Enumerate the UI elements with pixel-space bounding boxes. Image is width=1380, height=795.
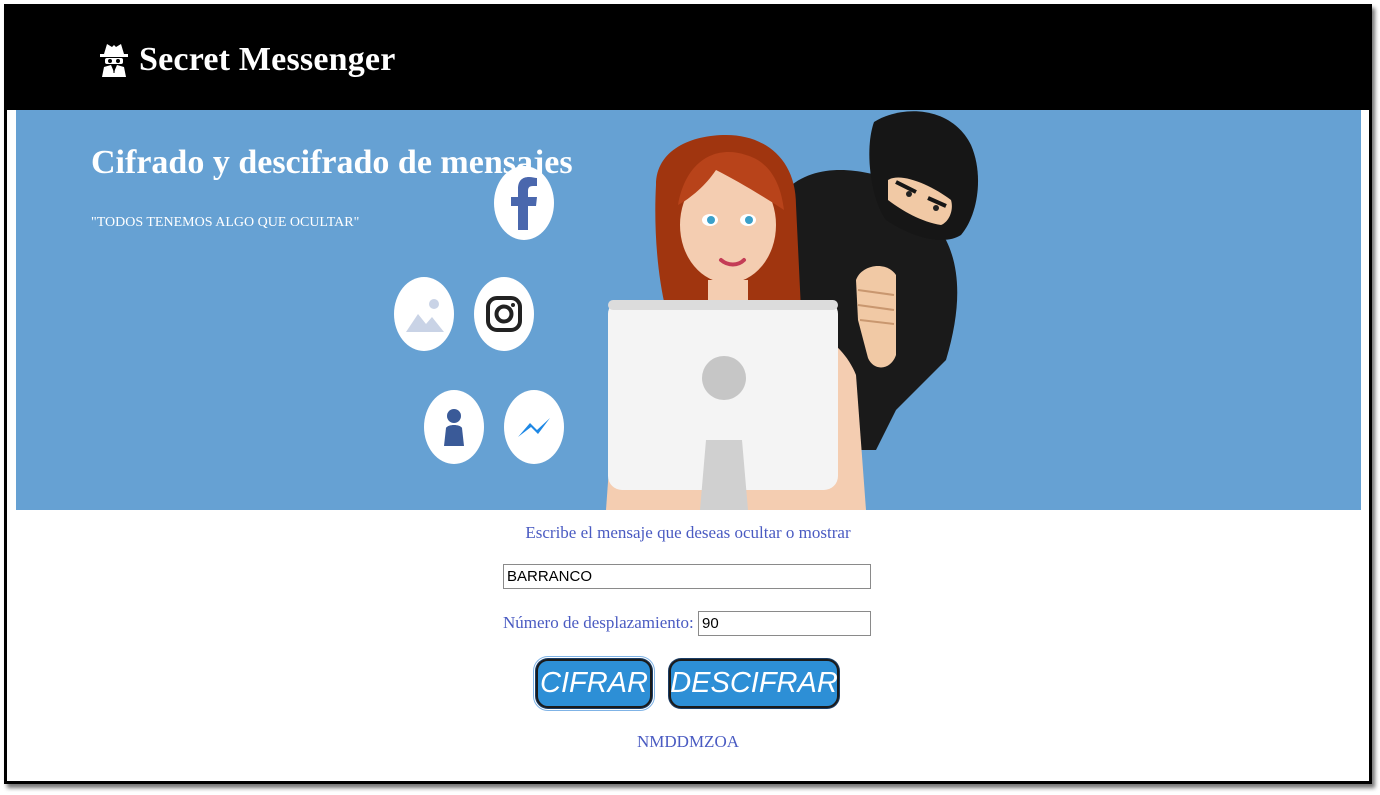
hero-illustration bbox=[394, 111, 979, 510]
brand[interactable]: Secret Messenger bbox=[99, 41, 396, 79]
hero-banner: Cifrado y descifrado de mensajes "TODOS … bbox=[16, 110, 1361, 510]
decrypt-button[interactable]: DESCIFRAR bbox=[669, 659, 839, 708]
navbar: Secret Messenger bbox=[7, 7, 1369, 110]
shift-input[interactable] bbox=[698, 611, 871, 636]
result-text: NMDDMZOA bbox=[637, 732, 739, 751]
messenger-icon bbox=[504, 390, 564, 464]
image-icon bbox=[394, 277, 454, 351]
message-input[interactable] bbox=[503, 564, 871, 589]
spy-icon bbox=[100, 44, 128, 77]
user-icon bbox=[424, 390, 484, 464]
shift-label: Número de desplazamiento: bbox=[503, 613, 694, 632]
message-prompt: Escribe el mensaje que deseas ocultar o … bbox=[525, 523, 851, 542]
instagram-icon bbox=[474, 277, 534, 351]
brand-title: Secret Messenger bbox=[139, 41, 396, 78]
facebook-icon bbox=[494, 166, 554, 240]
monitor bbox=[608, 300, 838, 510]
page-frame: Secret Messenger Cifrado y descifrado de… bbox=[4, 4, 1372, 784]
encrypt-button[interactable]: CIFRAR bbox=[533, 656, 655, 711]
